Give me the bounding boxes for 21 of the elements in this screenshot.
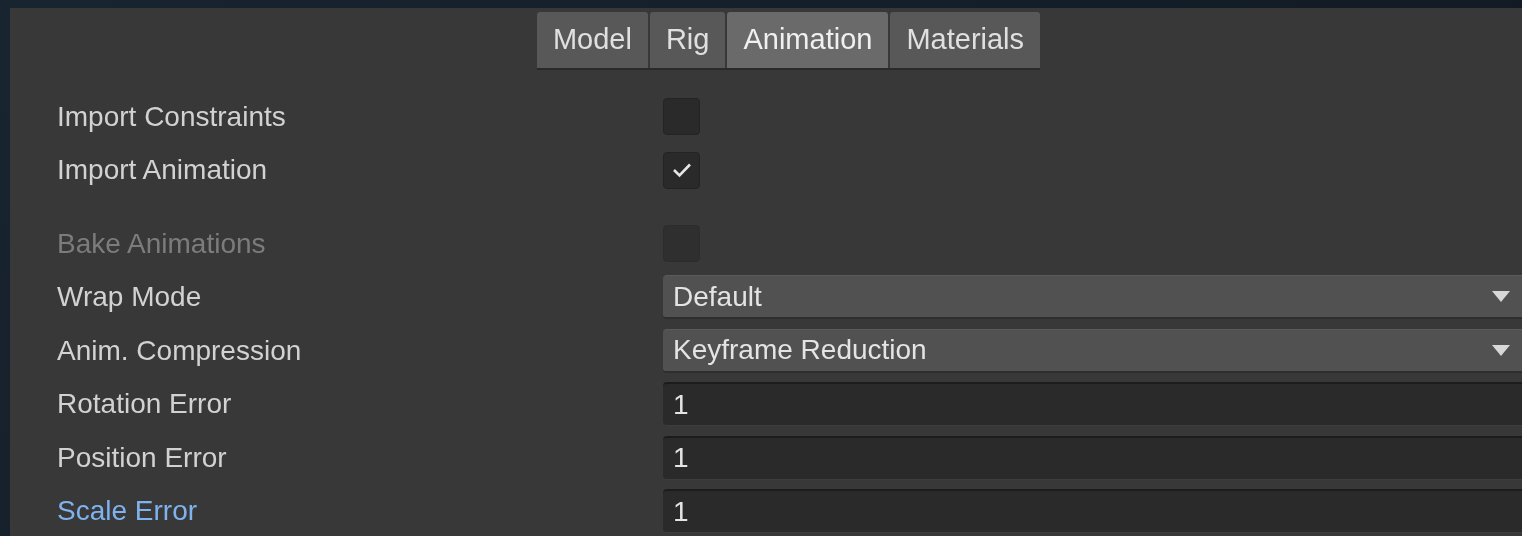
field-label: Position Error [56,440,228,475]
field-label: Bake Animations [56,226,267,261]
field-label: Scale Error [56,494,199,529]
caret-icon [1492,344,1510,356]
number-field[interactable]: 1 [663,489,1522,534]
tab[interactable]: Animation [727,12,889,68]
field-label: Rotation Error [56,387,233,422]
tab[interactable]: Materials [890,12,1041,68]
field-label: Import Constraints [56,99,287,134]
field-label: Import Animation [56,153,269,188]
caret-icon [1492,291,1510,303]
dropdown[interactable]: Keyframe Reduction [663,328,1522,373]
dropdown[interactable]: Default [663,275,1522,320]
tab[interactable]: Rig [649,12,726,68]
tab[interactable]: Model [536,12,648,68]
checkbox[interactable] [663,151,700,189]
checkmark-icon [671,162,692,179]
field-label: Anim. Compression [56,333,303,368]
number-field[interactable]: 1 [663,382,1522,427]
field-label: Wrap Mode [56,280,203,315]
number-field[interactable]: 1 [663,435,1522,480]
